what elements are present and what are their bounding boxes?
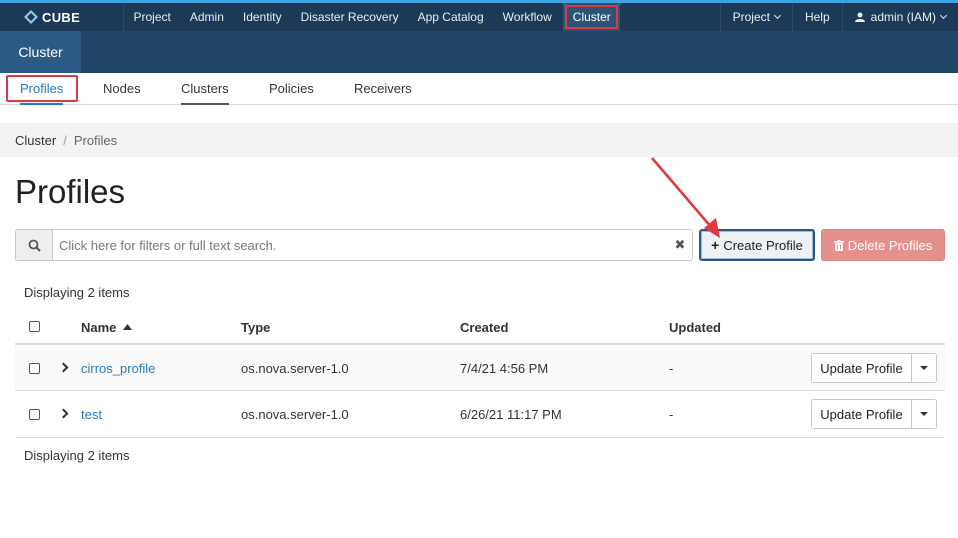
tab-receivers[interactable]: Receivers: [354, 81, 412, 105]
cube-logo-icon: [24, 10, 38, 24]
profile-created: 7/4/21 4:56 PM: [460, 361, 549, 376]
nav-app-catalog[interactable]: App Catalog: [408, 3, 493, 31]
user-menu[interactable]: admin (IAM): [841, 3, 958, 31]
tab-nodes[interactable]: Nodes: [103, 81, 141, 105]
brand-name: CUBE: [42, 9, 81, 25]
row-actions-dropdown[interactable]: [912, 400, 936, 428]
plus-icon: +: [711, 237, 720, 253]
row-actions: Update Profile: [811, 353, 937, 383]
breadcrumb: Cluster / Profiles: [0, 123, 958, 157]
profile-name-link[interactable]: test: [81, 407, 102, 422]
items-count-bottom: Displaying 2 items: [24, 448, 130, 463]
section-tab-cluster[interactable]: Cluster: [0, 31, 81, 73]
profile-type: os.nova.server-1.0: [241, 407, 349, 422]
caret-down-icon: [920, 366, 928, 370]
profile-updated: -: [669, 361, 674, 376]
delete-profiles-label: Delete Profiles: [847, 237, 933, 253]
caret-down-icon: [920, 412, 928, 416]
row-actions-dropdown[interactable]: [912, 354, 936, 382]
column-header-type[interactable]: Type: [241, 320, 270, 335]
table-row: cirros_profile os.nova.server-1.0 7/4/21…: [15, 345, 945, 391]
user-name: admin (IAM): [870, 10, 936, 24]
nav-cluster[interactable]: Cluster: [563, 3, 621, 31]
tab-clusters[interactable]: Clusters: [181, 81, 229, 105]
select-all-checkbox[interactable]: [29, 321, 40, 332]
close-icon[interactable]: ✖: [668, 230, 692, 260]
sort-up-icon: [123, 324, 133, 330]
search-bar: ✖: [15, 229, 693, 261]
profile-type: os.nova.server-1.0: [241, 361, 349, 376]
table-row: test os.nova.server-1.0 6/26/21 11:17 PM…: [15, 391, 945, 438]
delete-profiles-button[interactable]: Delete Profiles: [821, 229, 945, 261]
update-profile-button[interactable]: Update Profile: [812, 400, 912, 428]
table-header: Name Type Created Updated: [15, 310, 945, 345]
top-right-menu: Project Help admin (IAM): [719, 3, 958, 31]
search-input[interactable]: [53, 230, 668, 260]
profile-created: 6/26/21 11:17 PM: [460, 407, 562, 422]
user-icon: [854, 12, 865, 22]
project-dropdown-label: Project: [732, 10, 770, 24]
breadcrumb-parent[interactable]: Cluster: [15, 133, 56, 148]
search-icon: [16, 230, 53, 260]
brand-logo[interactable]: CUBE: [0, 3, 123, 31]
column-header-name-label: Name: [81, 320, 117, 335]
top-navbar: CUBE Project Admin Identity Disaster Rec…: [0, 0, 958, 31]
nav-identity[interactable]: Identity: [233, 3, 291, 31]
chevron-right-icon[interactable]: [58, 408, 69, 419]
update-profile-button[interactable]: Update Profile: [812, 354, 912, 382]
nav-admin[interactable]: Admin: [180, 3, 233, 31]
chevron-down-icon: [773, 11, 782, 20]
trash-icon: [833, 239, 844, 251]
create-profile-button[interactable]: + Create Profile: [699, 229, 815, 261]
breadcrumb-separator: /: [63, 132, 67, 148]
sub-tabs: Profiles Nodes Clusters Policies Receive…: [0, 73, 958, 105]
chevron-right-icon[interactable]: [58, 362, 69, 373]
breadcrumb-current: Profiles: [73, 132, 118, 148]
tab-profiles[interactable]: Profiles: [20, 81, 64, 105]
row-actions: Update Profile: [811, 399, 937, 429]
nav-disaster-recovery[interactable]: Disaster Recovery: [291, 3, 408, 31]
project-dropdown[interactable]: Project: [719, 3, 792, 31]
create-profile-label: Create Profile: [723, 237, 803, 253]
nav-workflow[interactable]: Workflow: [493, 3, 561, 31]
items-count-top: Displaying 2 items: [24, 285, 130, 300]
profile-name-link[interactable]: cirros_profile: [81, 361, 155, 376]
row-checkbox[interactable]: [29, 363, 40, 374]
chevron-down-icon: [939, 11, 948, 20]
nav-project[interactable]: Project: [124, 3, 180, 31]
column-header-name[interactable]: Name: [81, 320, 133, 335]
profile-updated: -: [669, 407, 674, 422]
tab-policies[interactable]: Policies: [269, 81, 314, 105]
row-checkbox[interactable]: [29, 409, 40, 420]
column-header-created[interactable]: Created: [460, 320, 508, 335]
page-title: Profiles: [15, 173, 126, 210]
main-nav: Project Admin Identity Disaster Recovery…: [123, 3, 621, 31]
section-bar: Cluster: [0, 31, 958, 73]
help-link[interactable]: Help: [791, 3, 842, 31]
column-header-updated[interactable]: Updated: [669, 320, 721, 335]
